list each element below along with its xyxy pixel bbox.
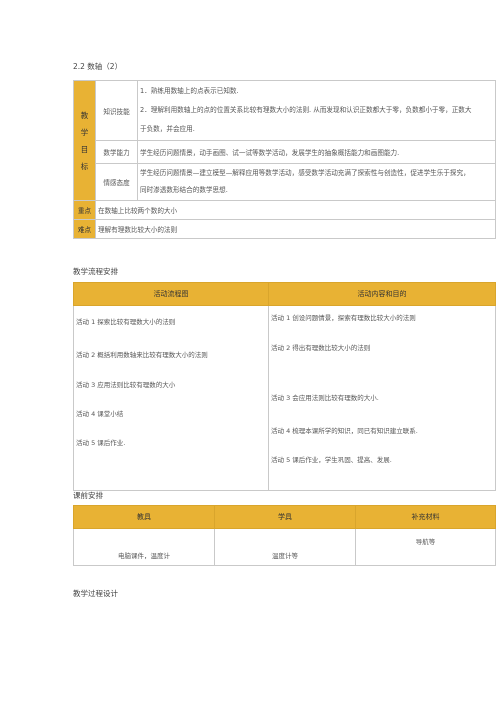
teaching-goals-table: 教 学 目 标 知识技能 1．熟练用数轴上的点表示已知数. 2．理解利用数轴上的…: [73, 80, 496, 239]
knowledge-item: 1．熟练用数轴上的点表示已知数.: [140, 87, 239, 95]
key-point-content: 在数轴上比较两个数的大小: [95, 200, 496, 220]
flow-col-header: 活动内容和目的: [268, 282, 496, 306]
prep-cell-text: 温度计等: [272, 552, 298, 560]
flow-left-item: 活动 4 课堂小结: [76, 410, 124, 418]
prep-cell: 电脑课件，温度计: [73, 528, 215, 566]
goal-char: 标: [80, 161, 89, 171]
attitude-label: 情感态度: [95, 163, 138, 201]
prep-header: 学具: [214, 505, 356, 529]
prep-section-title: 课前安排: [73, 491, 103, 500]
knowledge-content: 1．熟练用数轴上的点表示已知数. 2．理解利用数轴上的点的位置关系比较有理数大小…: [137, 80, 496, 141]
prep-cell: 导航等: [355, 528, 496, 566]
math-ability-content: 学生经历问题情景，动手画图、试一试等数学活动，发展学生的抽象概括能力和画图能力.: [137, 140, 496, 164]
flow-section-title: 教学流程安排: [73, 267, 118, 276]
difficulty-label: 难点: [73, 219, 96, 239]
flow-table: 活动流程图 活动内容和目的 活动 1 探索比较有理数大小的法则 活动 2 概括利…: [73, 282, 496, 491]
flow-right-item: 活动 2 得出有理数比较大小的法则: [271, 344, 371, 352]
prep-cell-text: 电脑课件，温度计: [118, 552, 170, 560]
difficulty-content: 理解有理数比较大小的法则: [95, 219, 496, 239]
goal-label-cell: 教 学 目 标: [73, 80, 96, 201]
flow-left-item: 活动 3 应用法则比较有理数的大小: [76, 381, 176, 389]
page-title: 2.2 数轴（2）: [73, 62, 123, 71]
knowledge-label: 知识技能: [95, 80, 138, 141]
prep-header: 补充材料: [355, 505, 496, 529]
flow-left-item: 活动 1 探索比较有理数大小的法则: [76, 318, 176, 326]
flow-right-item: 活动 3 会应用法则比较有理数的大小.: [271, 394, 379, 402]
knowledge-item: 2．理解利用数轴上的点的位置关系比较有理数大小的法则. 从而发现和认识正数都大于…: [140, 106, 472, 114]
flow-left-item: 活动 2 概括利用数轴来比较有理数大小的法则: [76, 351, 208, 359]
flow-right-item: 活动 1 创设问题情景，探索有理数比较大小的法则: [271, 314, 416, 322]
prep-header: 教具: [73, 505, 215, 529]
knowledge-item: 于负数，并会应用.: [140, 125, 195, 133]
flow-col-header: 活动流程图: [73, 282, 269, 306]
flow-right-item: 活动 5 课后作业，学生巩固、提高、发展.: [271, 456, 392, 464]
flow-right-item: 活动 4 梳理本课所学的知识，同已有知识建立联系.: [271, 427, 418, 435]
process-section-title: 教学过程设计: [73, 589, 118, 598]
prep-cell-text: 导航等: [415, 538, 436, 546]
prep-table: 教具 学具 补充材料 电脑课件，温度计 温度计等 导航等: [73, 505, 496, 566]
attitude-content: 学生经历问题情景—建立模型—解释应用等数学活动，感受数学活动充满了探索性与创造性…: [137, 163, 496, 201]
goal-char: 学: [80, 127, 89, 137]
goal-char: 教: [80, 110, 89, 120]
prep-cell: 温度计等: [214, 528, 356, 566]
math-ability-label: 数学能力: [95, 140, 138, 164]
attitude-line: 同时渗透数形结合的数学思想.: [140, 186, 228, 194]
key-point-label: 重点: [73, 200, 96, 220]
flow-right-cell: 活动 1 创设问题情景，探索有理数比较大小的法则 活动 2 得出有理数比较大小的…: [268, 305, 496, 491]
flow-left-item: 活动 5 课后作业.: [76, 439, 126, 447]
goal-char: 目: [80, 144, 89, 154]
flow-left-cell: 活动 1 探索比较有理数大小的法则 活动 2 概括利用数轴来比较有理数大小的法则…: [73, 305, 269, 491]
attitude-line: 学生经历问题情景—建立模型—解释应用等数学活动，感受数学活动充满了探索性与创造性…: [140, 169, 470, 177]
